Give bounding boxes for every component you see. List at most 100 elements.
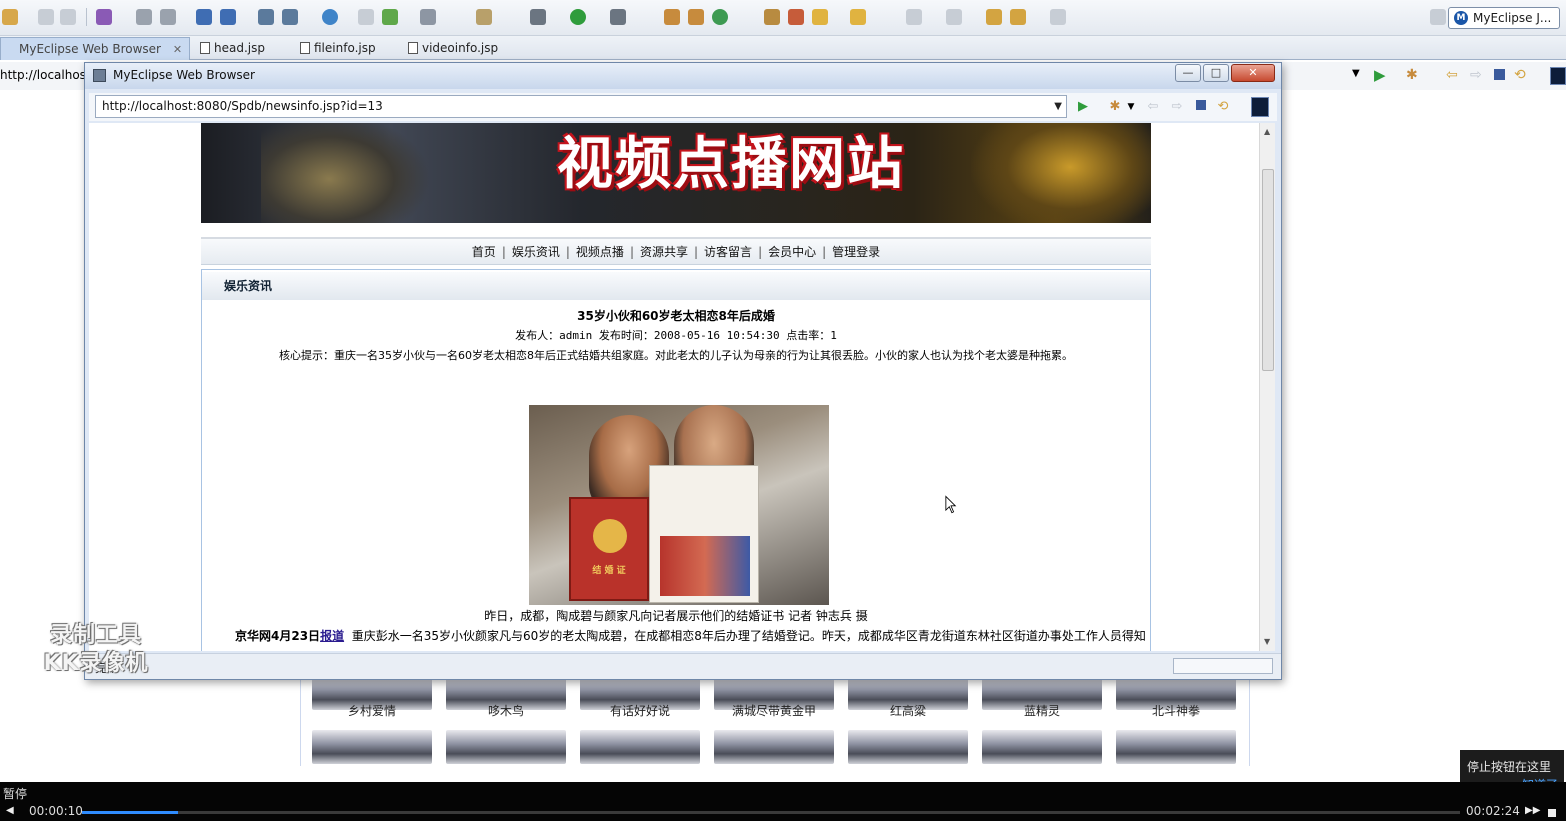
add-icon[interactable] (382, 9, 398, 25)
rewind-icon[interactable]: ◀ (6, 805, 14, 816)
image-icon[interactable] (420, 9, 436, 25)
certificate-text: 结 婚 证 (592, 566, 626, 576)
forward-icon[interactable] (1050, 9, 1066, 25)
file-icon[interactable] (282, 9, 298, 25)
pause-label[interactable]: 暂停 (3, 785, 27, 802)
video-thumbnail[interactable] (714, 730, 834, 764)
folder-open-icon[interactable] (812, 9, 828, 25)
print-icon[interactable] (60, 9, 76, 25)
tab-head-jsp[interactable]: head.jsp (196, 37, 292, 60)
clipboard-icon[interactable] (476, 9, 492, 25)
myeclipse-icon: M (1454, 11, 1468, 25)
tab-videoinfo-jsp[interactable]: videoinfo.jsp (404, 37, 514, 60)
photo-caption: 昨日，成都，陶成碧与颜家凡向记者展示他们的结婚证书 记者 钟志兵 摄 (484, 609, 868, 623)
grid-icon[interactable] (688, 9, 704, 25)
globe-icon[interactable] (322, 9, 338, 25)
url-input[interactable]: http://localhost:8080/Spdb/newsinfo.jsp?… (95, 95, 1067, 118)
close-tab-icon[interactable]: ✕ (173, 43, 182, 56)
browser-nav-bar: http://localhost:8080/Spdb/newsinfo.jsp?… (89, 93, 1277, 121)
video-title[interactable]: 哆木鸟 (446, 702, 566, 719)
deploy-icon[interactable] (196, 9, 212, 25)
copy-icon[interactable] (850, 9, 866, 25)
video-title[interactable]: 红高粱 (848, 702, 968, 719)
lock-icon[interactable] (160, 9, 176, 25)
forward-icon[interactable]: ⇨ (1470, 67, 1482, 83)
maximize-button[interactable]: □ (1203, 64, 1229, 82)
go-icon[interactable]: ▶ (1374, 66, 1386, 84)
run-icon[interactable] (570, 9, 586, 25)
scrollbar-thumb[interactable] (1262, 169, 1274, 371)
back-icon[interactable]: ⇦ (1145, 99, 1161, 115)
scroll-up-icon[interactable]: ▲ (1264, 127, 1270, 136)
scroll-down-icon[interactable]: ▼ (1264, 637, 1270, 646)
browser-statusbar: 完成 (85, 653, 1281, 679)
tool-icon[interactable] (664, 9, 680, 25)
article-report-link[interactable]: 报道 (320, 629, 344, 643)
window-titlebar[interactable]: MyEclipse Web Browser — □ ✕ (85, 63, 1281, 89)
prev-annotation-icon[interactable] (906, 9, 922, 25)
video-title[interactable]: 蓝精灵 (982, 702, 1102, 719)
video-thumbnail[interactable] (982, 730, 1102, 764)
video-thumbnail[interactable] (848, 730, 968, 764)
forward-icon[interactable]: ⇨ (1169, 99, 1185, 115)
refresh-icon[interactable] (712, 9, 728, 25)
back-icon[interactable]: ⇦ (1446, 67, 1458, 83)
mouse-cursor-icon (945, 495, 957, 514)
tab-fileinfo-jsp[interactable]: fileinfo.jsp (296, 37, 400, 60)
settings-icon[interactable] (530, 9, 546, 25)
video-title[interactable]: 满城尽带黄金甲 (714, 702, 834, 719)
video-thumbnail[interactable] (580, 730, 700, 764)
structure-icon[interactable] (258, 9, 274, 25)
video-title[interactable]: 北斗神拳 (1116, 702, 1236, 719)
minimize-button[interactable]: — (1175, 64, 1201, 82)
back-icon[interactable] (1010, 9, 1026, 25)
bookmark-icon[interactable]: ✱ (1107, 99, 1123, 115)
video-thumbnail[interactable] (312, 730, 432, 764)
video-title[interactable]: 乡村爱情 (312, 702, 432, 719)
new-icon[interactable] (2, 9, 18, 25)
photo-marriage-certificate: 结 婚 证 (569, 497, 649, 601)
last-edit-icon[interactable] (986, 9, 1002, 25)
vertical-scrollbar[interactable]: ▲ ▼ (1259, 123, 1275, 651)
stop-icon[interactable] (1193, 99, 1209, 115)
watermark-line: 录制工具 (49, 623, 142, 648)
stop-icon[interactable] (1494, 69, 1505, 80)
perspective-switcher[interactable]: M MyEclipse J... (1448, 7, 1560, 29)
pen-icon[interactable] (788, 9, 804, 25)
chevron-down-icon[interactable]: ▼ (1123, 99, 1139, 115)
video-title[interactable]: 有话好好说 (580, 702, 700, 719)
background-thumb-labels: 乡村爱情 哆木鸟 有话好好说 满城尽带黄金甲 红高粱 蓝精灵 北斗神拳 (312, 702, 1252, 719)
background-thumb-row-2 (312, 730, 1252, 764)
recorder-watermark: 录制工具 KK录像机 (26, 622, 166, 678)
bookmark-icon[interactable]: ✱ (1406, 67, 1418, 83)
chevron-down-icon[interactable]: ▼ (1054, 96, 1062, 117)
tab-label: MyEclipse Web Browser (19, 42, 161, 56)
seek-bar[interactable] (82, 811, 1460, 814)
recorder-player-bar: 暂停 ◀ 00:00:10 00:02:24 ▶▶ (0, 782, 1566, 821)
server-icon[interactable] (220, 9, 236, 25)
search-icon[interactable] (610, 9, 626, 25)
next-annotation-icon[interactable] (946, 9, 962, 25)
view-source-icon[interactable] (1251, 97, 1269, 117)
tab-myeclipse-web-browser[interactable]: MyEclipse Web Browser ✕ (0, 37, 190, 60)
ide-url-field[interactable]: http://localhost (0, 68, 91, 82)
window-title: MyEclipse Web Browser (113, 68, 255, 82)
forward-icon[interactable]: ▶▶ (1525, 805, 1540, 816)
url-dropdown-icon[interactable]: ▼ (1352, 68, 1360, 79)
refresh-icon[interactable]: ⟲ (1215, 99, 1231, 115)
save-icon[interactable] (38, 9, 54, 25)
close-button[interactable]: ✕ (1231, 64, 1275, 82)
refresh-icon[interactable]: ⟲ (1514, 67, 1526, 83)
browser-window: MyEclipse Web Browser — □ ✕ http://local… (84, 62, 1282, 680)
stop-icon[interactable] (1548, 809, 1556, 817)
open-perspective-icon[interactable] (1430, 9, 1446, 25)
video-thumbnail[interactable] (446, 730, 566, 764)
video-thumbnail[interactable] (1116, 730, 1236, 764)
bug-icon[interactable] (136, 9, 152, 25)
folder-icon[interactable] (358, 9, 374, 25)
package-icon[interactable] (96, 9, 112, 25)
open-icon[interactable] (764, 9, 780, 25)
view-source-icon[interactable] (1550, 67, 1566, 85)
go-icon[interactable]: ▶ (1075, 99, 1091, 115)
tab-label: videoinfo.jsp (422, 41, 499, 55)
